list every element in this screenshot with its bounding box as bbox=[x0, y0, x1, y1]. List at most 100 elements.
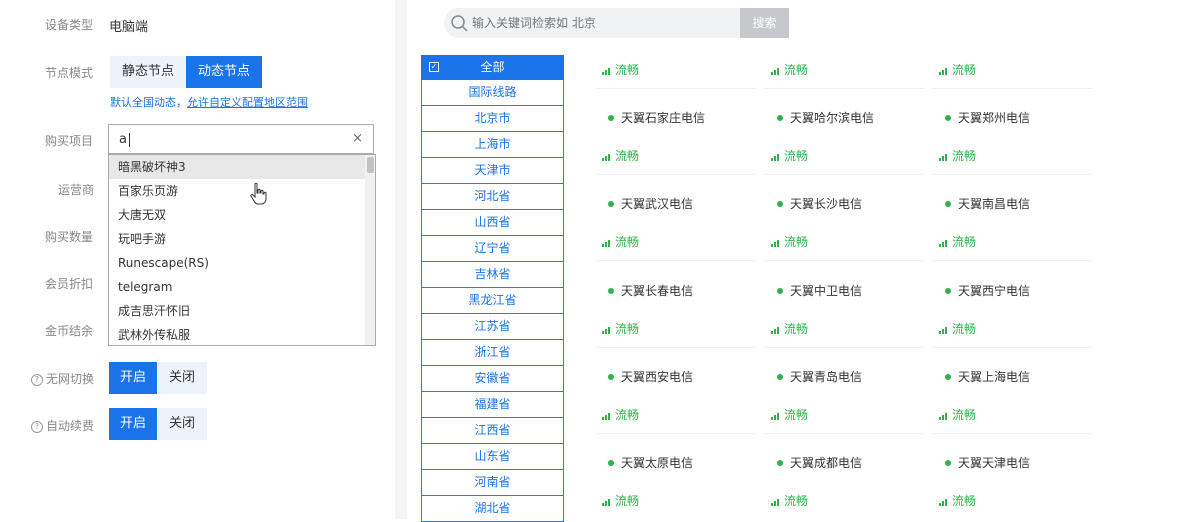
node-status: 流畅 bbox=[602, 61, 639, 78]
region-item[interactable]: 辽宁省 bbox=[421, 236, 564, 262]
node-item[interactable]: 天翼郑州电信 bbox=[945, 109, 1030, 126]
node-item[interactable]: 天翼青岛电信 bbox=[777, 368, 862, 385]
node-item[interactable]: 天翼石家庄电信 bbox=[608, 109, 705, 126]
signal-icon bbox=[771, 498, 779, 506]
search-box bbox=[444, 8, 740, 38]
status-dot-icon bbox=[777, 459, 783, 466]
dropdown-scrollbar[interactable] bbox=[365, 155, 375, 345]
node-status: 流畅 bbox=[771, 147, 808, 164]
region-item[interactable]: 河南省 bbox=[421, 470, 564, 496]
region-item[interactable]: 山西省 bbox=[421, 210, 564, 236]
node-item[interactable]: 天翼天津电信 bbox=[945, 454, 1030, 471]
status-dot-icon bbox=[945, 200, 951, 207]
no-net-on-button[interactable]: 开启 bbox=[109, 362, 158, 394]
help-icon: ? bbox=[31, 420, 43, 433]
region-item[interactable]: 吉林省 bbox=[421, 262, 564, 288]
node-status: 流畅 bbox=[939, 233, 976, 250]
auto-renew-on-button[interactable]: 开启 bbox=[109, 408, 158, 440]
auto-renew-off-button[interactable]: 关闭 bbox=[157, 408, 208, 440]
node-separator bbox=[596, 88, 756, 89]
node-separator bbox=[933, 347, 1093, 348]
discount-label: 会员折扣 bbox=[45, 277, 94, 291]
region-item[interactable]: 福建省 bbox=[421, 392, 564, 418]
region-item[interactable]: 北京市 bbox=[421, 106, 564, 132]
dropdown-option[interactable]: 暗黑破坏神3 bbox=[109, 155, 375, 179]
purchase-item-value: a bbox=[119, 132, 130, 147]
node-item[interactable]: 天翼西安电信 bbox=[608, 368, 693, 385]
region-item[interactable]: 安徽省 bbox=[421, 366, 564, 392]
node-separator bbox=[596, 347, 756, 348]
node-item[interactable]: 天翼哈尔滨电信 bbox=[777, 109, 874, 126]
region-item[interactable]: 浙江省 bbox=[421, 340, 564, 366]
region-item[interactable]: 江苏省 bbox=[421, 314, 564, 340]
signal-icon bbox=[939, 326, 947, 334]
clear-icon[interactable]: × bbox=[352, 131, 363, 146]
dropdown-option[interactable]: 玩吧手游 bbox=[109, 227, 375, 251]
dropdown-option[interactable]: telegram bbox=[109, 275, 375, 299]
region-item[interactable]: 江西省 bbox=[421, 418, 564, 444]
region-item[interactable]: 天津市 bbox=[421, 158, 564, 184]
node-item[interactable]: 天翼武汉电信 bbox=[608, 195, 693, 212]
device-type-label: 设备类型 bbox=[45, 18, 94, 32]
node-item[interactable]: 天翼长沙电信 bbox=[777, 195, 862, 212]
signal-icon bbox=[602, 498, 610, 506]
region-item[interactable]: 湖北省 bbox=[421, 496, 564, 522]
signal-icon bbox=[771, 412, 779, 420]
signal-icon bbox=[939, 67, 947, 75]
signal-icon bbox=[602, 239, 610, 247]
region-item[interactable]: 上海市 bbox=[421, 132, 564, 158]
scrollbar-thumb[interactable] bbox=[367, 157, 374, 173]
purchase-form-panel: 设备类型 电脑端 节点模式 静态节点 动态节点 默认全国动态，允许自定义配置地区… bbox=[0, 0, 395, 519]
node-item[interactable]: 天翼太原电信 bbox=[608, 454, 693, 471]
node-item[interactable]: 天翼南昌电信 bbox=[945, 195, 1030, 212]
status-dot-icon bbox=[945, 373, 951, 380]
region-item[interactable]: 国际线路 bbox=[421, 80, 564, 106]
node-status: 流畅 bbox=[602, 147, 639, 164]
status-dot-icon bbox=[945, 459, 951, 466]
signal-icon bbox=[939, 498, 947, 506]
dropdown-option[interactable]: 大唐无双 bbox=[109, 203, 375, 227]
signal-icon bbox=[939, 239, 947, 247]
status-dot-icon bbox=[777, 114, 783, 121]
node-item[interactable]: 天翼上海电信 bbox=[945, 368, 1030, 385]
dropdown-option[interactable]: 百家乐页游 bbox=[109, 179, 375, 203]
custom-region-link[interactable]: 允许自定义配置地区范围 bbox=[187, 96, 308, 109]
node-item[interactable]: 天翼西宁电信 bbox=[945, 282, 1030, 299]
coin-label: 金币结余 bbox=[45, 324, 94, 338]
node-item[interactable]: 天翼长春电信 bbox=[608, 282, 693, 299]
region-item[interactable]: 河北省 bbox=[421, 184, 564, 210]
dropdown-option[interactable]: Runescape(RS) bbox=[109, 251, 375, 275]
quantity-label: 购买数量 bbox=[45, 230, 94, 244]
search-button[interactable]: 搜索 bbox=[740, 8, 789, 38]
signal-icon bbox=[771, 153, 779, 161]
node-status: 流畅 bbox=[771, 61, 808, 78]
status-dot-icon bbox=[608, 459, 614, 466]
panel-divider bbox=[395, 0, 407, 519]
purchase-item-input[interactable]: a × bbox=[108, 124, 374, 154]
node-status: 流畅 bbox=[602, 406, 639, 423]
node-item[interactable]: 天翼中卫电信 bbox=[777, 282, 862, 299]
node-status: 流畅 bbox=[771, 492, 808, 509]
dynamic-node-button[interactable]: 动态节点 bbox=[186, 56, 263, 88]
region-item[interactable]: 山东省 bbox=[421, 444, 564, 470]
node-status: 流畅 bbox=[939, 492, 976, 509]
node-status: 流畅 bbox=[771, 320, 808, 337]
dropdown-option[interactable]: 武林外传私服 bbox=[109, 323, 375, 345]
purchase-item-dropdown: 暗黑破坏神3 百家乐页游 大唐无双 玩吧手游 Runescape(RS) tel… bbox=[108, 154, 376, 346]
device-type-value: 电脑端 bbox=[109, 20, 149, 35]
node-mode-tip: 默认全国动态，允许自定义配置地区范围 bbox=[110, 94, 308, 110]
search-icon bbox=[451, 15, 468, 32]
region-item[interactable]: 黑龙江省 bbox=[421, 288, 564, 314]
node-status: 流畅 bbox=[771, 406, 808, 423]
static-node-button[interactable]: 静态节点 bbox=[110, 56, 187, 88]
region-list: ✓ 全部 国际线路 北京市 上海市 天津市 河北省 山西省 辽宁省 吉林省 黑龙… bbox=[421, 55, 564, 522]
node-separator bbox=[596, 260, 756, 261]
node-item[interactable]: 天翼成都电信 bbox=[777, 454, 862, 471]
region-all-button[interactable]: ✓ 全部 bbox=[421, 55, 564, 80]
no-net-off-button[interactable]: 关闭 bbox=[157, 362, 208, 394]
dropdown-option[interactable]: 成吉思汗怀旧 bbox=[109, 299, 375, 323]
signal-icon bbox=[602, 412, 610, 420]
signal-icon bbox=[939, 412, 947, 420]
search-input[interactable] bbox=[472, 14, 722, 32]
operator-label: 运营商 bbox=[58, 183, 95, 197]
